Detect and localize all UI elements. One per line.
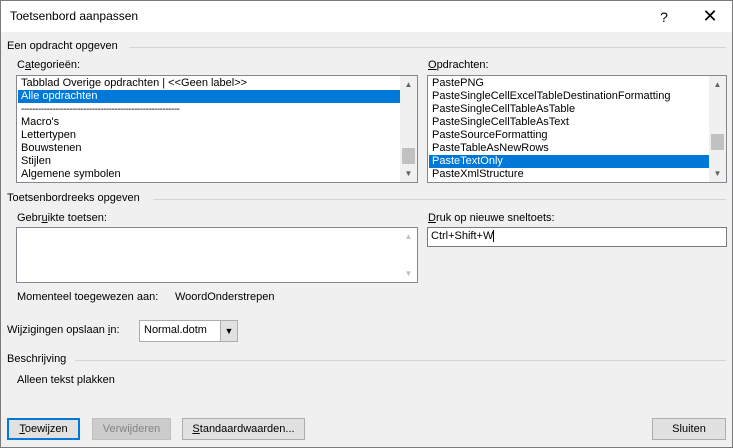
- section-divider: [129, 47, 726, 48]
- current-keys-list: [18, 229, 400, 281]
- assign-button-label: Toewijzen: [19, 423, 68, 435]
- close-window-button[interactable]: ✕: [687, 1, 733, 32]
- new-shortcut-input[interactable]: Ctrl+Shift+W: [427, 227, 727, 247]
- help-button[interactable]: ?: [641, 1, 687, 32]
- section-divider: [75, 360, 726, 361]
- command-list-item[interactable]: PasteTextOnly: [429, 155, 709, 168]
- category-list-item[interactable]: Bouwstenen: [18, 142, 400, 155]
- category-list-item[interactable]: Stijlen: [18, 155, 400, 168]
- customize-keyboard-dialog: Toetsenbord aanpassen ? ✕ Een opdracht o…: [0, 0, 733, 448]
- scroll-down-icon[interactable]: ▼: [400, 165, 417, 182]
- section-title-keys: Toetsenbordreeks opgeven: [7, 192, 140, 204]
- remove-button-label: Verwijderen: [102, 423, 161, 435]
- chevron-down-icon[interactable]: ▼: [220, 321, 237, 341]
- command-list-item[interactable]: PasteSingleCellTableAsText: [429, 116, 709, 129]
- scroll-up-icon: ▲: [404, 232, 413, 241]
- scroll-thumb[interactable]: [402, 148, 415, 164]
- scroll-thumb[interactable]: [711, 134, 724, 150]
- section-title-description: Beschrijving: [7, 353, 67, 365]
- category-list-item[interactable]: Alle opdrachten: [18, 90, 400, 103]
- scroll-up-icon[interactable]: ▲: [400, 76, 417, 93]
- current-keys-listbox[interactable]: ▲ ▼: [16, 227, 418, 283]
- assign-button[interactable]: Toewijzen: [7, 418, 80, 440]
- command-list-item[interactable]: PasteSingleCellTableAsTable: [429, 103, 709, 116]
- commands-label: Opdrachten:: [428, 59, 489, 71]
- command-list-item[interactable]: PasteSourceFormatting: [429, 129, 709, 142]
- assigned-value: WoordOnderstrepen: [175, 291, 275, 303]
- commands-list: PastePNG PasteSingleCellExcelTableDestina…: [429, 77, 709, 181]
- scroll-up-icon[interactable]: ▲: [709, 76, 726, 93]
- save-in-label: Wijzigingen opslaan in:: [7, 324, 120, 336]
- save-in-select[interactable]: Normal.dotm ▼: [139, 320, 238, 342]
- categories-list: Tabblad Overige opdrachten | <<Geen labe…: [18, 77, 400, 181]
- description-text: Alleen tekst plakken: [17, 374, 115, 386]
- scroll-down-icon[interactable]: ▼: [709, 165, 726, 182]
- text-caret: [493, 230, 495, 243]
- current-keys-label: Gebruikte toetsen:: [17, 212, 107, 224]
- section-title-command: Een opdracht opgeven: [7, 40, 118, 52]
- window-title: Toetsenbord aanpassen: [10, 9, 139, 23]
- category-list-item[interactable]: Macro's: [18, 116, 400, 129]
- category-list-item[interactable]: Lettertypen: [18, 129, 400, 142]
- close-icon: ✕: [702, 6, 718, 26]
- reset-defaults-button-label: Standaardwaarden...: [192, 423, 295, 435]
- new-shortcut-label: Druk op nieuwe sneltoets:: [428, 212, 555, 224]
- reset-defaults-button[interactable]: Standaardwaarden...: [182, 418, 305, 440]
- help-icon: ?: [660, 8, 668, 25]
- command-list-item[interactable]: PasteTableAsNewRows: [429, 142, 709, 155]
- current-keys-scrollbar: ▲ ▼: [400, 228, 417, 282]
- assigned-label: Momenteel toegewezen aan:: [17, 291, 159, 303]
- category-list-item[interactable]: Tabblad Overige opdrachten | <<Geen labe…: [18, 77, 400, 90]
- command-list-item[interactable]: PasteXmlStructure: [429, 168, 709, 181]
- command-list-item[interactable]: PasteSingleCellExcelTableDestinationForm…: [429, 90, 709, 103]
- commands-scrollbar[interactable]: ▲ ▼: [709, 76, 726, 182]
- title-bar: Toetsenbord aanpassen ? ✕: [1, 1, 732, 32]
- scroll-down-icon: ▼: [404, 269, 413, 278]
- new-shortcut-value: Ctrl+Shift+W: [431, 230, 494, 242]
- category-list-item[interactable]: Algemene symbolen: [18, 168, 400, 181]
- categories-listbox[interactable]: Tabblad Overige opdrachten | <<Geen labe…: [16, 75, 418, 183]
- section-divider: [153, 199, 726, 200]
- commands-listbox[interactable]: PastePNG PasteSingleCellExcelTableDestina…: [427, 75, 727, 183]
- save-in-value: Normal.dotm: [144, 324, 207, 336]
- remove-button[interactable]: Verwijderen: [92, 418, 171, 440]
- categories-scrollbar[interactable]: ▲ ▼: [400, 76, 417, 182]
- categories-label: Categorieën:: [17, 59, 81, 71]
- close-button[interactable]: Sluiten: [652, 418, 726, 440]
- command-list-item[interactable]: PastePNG: [429, 77, 709, 90]
- category-list-item: ----------------------------------------…: [21, 104, 180, 115]
- close-button-label: Sluiten: [672, 423, 706, 435]
